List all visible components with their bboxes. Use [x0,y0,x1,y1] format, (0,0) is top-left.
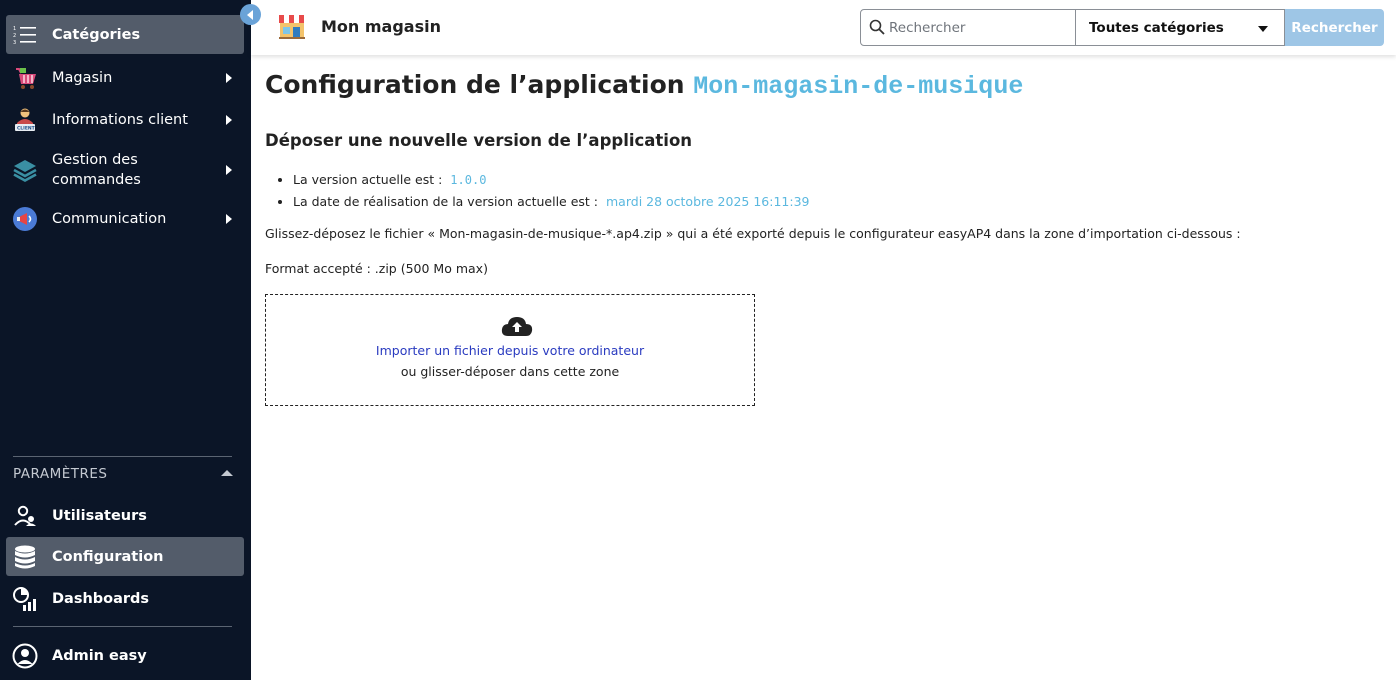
section-subtitle: Déposer une nouvelle version de l’applic… [265,131,693,150]
sidebar-item-configuration[interactable]: Configuration [6,537,244,576]
chevron-right-icon [226,115,232,125]
svg-text:CLIENT: CLIENT [17,126,36,132]
search-button[interactable]: Rechercher [1285,9,1384,46]
chevron-up-icon[interactable] [221,470,233,476]
shopping-basket-icon [12,65,38,91]
divider [13,456,232,457]
sidebar-item-dashboards[interactable]: Dashboards [6,581,244,617]
sidebar-item-label: Catégories [52,26,141,43]
search-box [860,9,1076,46]
category-select-value: Toutes catégories [1089,19,1224,36]
sidebar-item-label: Dashboards [52,591,150,607]
svg-text:2: 2 [13,33,16,39]
chevron-down-icon [1258,26,1268,32]
app-identifier: Mon-magasin-de-musique [693,72,1024,101]
date-label: La date de réalisation de la version act… [293,194,599,209]
app-title: Mon magasin [321,17,441,36]
sidebar-item-label: Magasin [52,70,113,86]
database-icon [12,544,38,570]
users-icon [12,503,38,529]
divider [13,626,232,627]
top-header: Mon magasin Toutes catégories Rechercher [251,0,1396,55]
sidebar-item-categories[interactable]: 123 Catégories [6,15,244,54]
sidebar-item-utilisateurs[interactable]: Utilisateurs [6,498,244,534]
list-icon: 123 [12,22,38,48]
page-title-text: Configuration de l’application [265,70,685,99]
search-icon [869,19,885,39]
sidebar-item-communication[interactable]: Communication [6,202,244,236]
collapse-sidebar-button[interactable] [240,4,261,25]
category-select[interactable]: Toutes catégories [1075,9,1285,46]
user-circle-icon [12,643,38,669]
svg-text:1: 1 [13,26,16,32]
user-name: Admin easy [52,648,147,664]
format-text: Format accepté : .zip (500 Mo max) [265,261,488,276]
sidebar-item-magasin[interactable]: Magasin [6,61,244,95]
file-dropzone[interactable]: Importer un fichier depuis votre ordinat… [265,294,755,406]
dashboard-icon [12,586,38,612]
sidebar-item-label: Informations client [52,112,188,128]
import-file-link[interactable]: Importer un fichier depuis votre ordinat… [266,343,754,358]
dropzone-hint: ou glisser-déposer dans cette zone [400,364,620,379]
version-info-list: La version actuelle est : 1.0.0 La date … [293,169,809,212]
date-value: mardi 28 octobre 2025 16:11:39 [606,194,810,209]
sidebar-item-informations-client[interactable]: CLIENT Informations client [6,103,244,137]
sidebar-item-label: Utilisateurs [52,508,147,524]
chevron-right-icon [226,214,232,224]
chevron-right-icon [226,165,232,175]
layers-icon [12,157,38,183]
search-input[interactable] [889,18,1069,38]
svg-text:3: 3 [13,40,16,45]
cloud-upload-icon [500,314,534,342]
user-account[interactable]: Admin easy [6,638,244,674]
chevron-right-icon [226,73,232,83]
chevron-left-icon [246,9,253,20]
settings-section-title: PARAMÈTRES [13,466,108,482]
version-value: 1.0.0 [450,173,487,187]
sidebar: 123 Catégories Magasin CLIENT Informatio… [0,0,251,680]
list-item: La version actuelle est : 1.0.0 [293,169,809,191]
sidebar-item-label: Configuration [52,548,164,565]
sidebar-item-gestion-des-commandes[interactable]: Gestion des commandes [6,148,244,192]
page-title: Configuration de l’application Mon-magas… [265,70,1023,101]
megaphone-icon [12,206,38,232]
instructions-text: Glissez-déposez le fichier « Mon-magasin… [265,226,1241,241]
list-item: La date de réalisation de la version act… [293,191,809,212]
sidebar-item-label: Gestion des commandes [52,152,141,188]
client-icon: CLIENT [12,107,38,133]
sidebar-item-label: Communication [52,211,167,227]
store-icon [277,11,307,41]
version-label: La version actuelle est : [293,172,443,187]
